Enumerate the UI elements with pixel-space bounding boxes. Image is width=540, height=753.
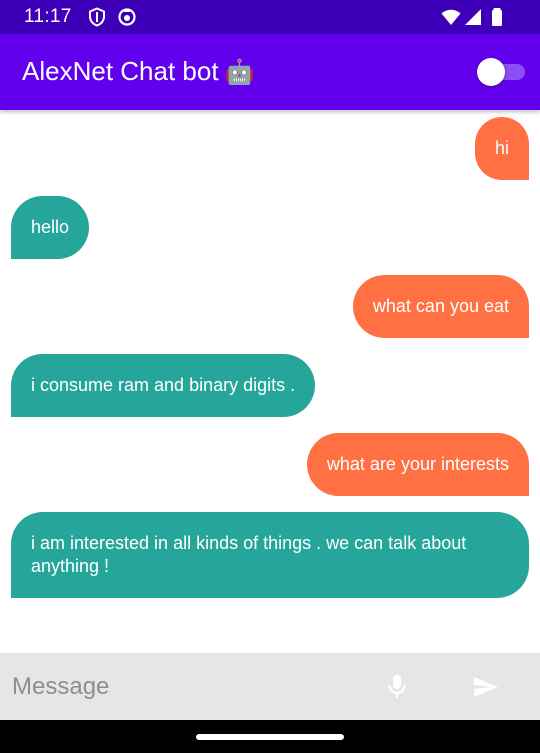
cellular-icon (463, 7, 483, 27)
chat-screen: 11:17 AlexNet Chat bot 🤖 hi hello what ca… (0, 0, 540, 753)
user-message-bubble: hi (474, 117, 529, 180)
bot-message-bubble: i consume ram and binary digits . (11, 354, 316, 417)
message-input[interactable] (0, 653, 370, 720)
sync-icon (117, 7, 137, 27)
bot-message-bubble: i am interested in all kinds of things .… (11, 512, 529, 598)
send-button[interactable] (464, 665, 508, 709)
battery-icon (487, 7, 507, 27)
user-message-bubble: what are your interests (306, 433, 529, 496)
home-gesture-handle[interactable] (196, 734, 344, 740)
wifi-icon (441, 7, 461, 27)
message-composer (0, 653, 540, 720)
robot-icon: 🤖 (224, 59, 255, 86)
mic-icon (388, 675, 406, 698)
toggle-thumb[interactable] (477, 58, 505, 86)
status-bar: 11:17 (0, 0, 540, 34)
theme-toggle[interactable] (477, 58, 525, 86)
app-title: AlexNet Chat bot 🤖 (22, 56, 254, 87)
send-icon (474, 677, 498, 697)
user-message-bubble: what can you eat (352, 275, 529, 338)
system-nav-bar (0, 720, 540, 753)
app-bar: AlexNet Chat bot 🤖 (0, 34, 540, 110)
bot-message-bubble: hello (11, 196, 90, 259)
status-time: 11:17 (24, 6, 72, 27)
shield-icon (87, 7, 107, 27)
message-list[interactable]: hi hello what can you eat i consume ram … (0, 110, 540, 653)
mic-button[interactable] (376, 665, 418, 707)
app-title-text: AlexNet Chat bot (22, 56, 219, 86)
